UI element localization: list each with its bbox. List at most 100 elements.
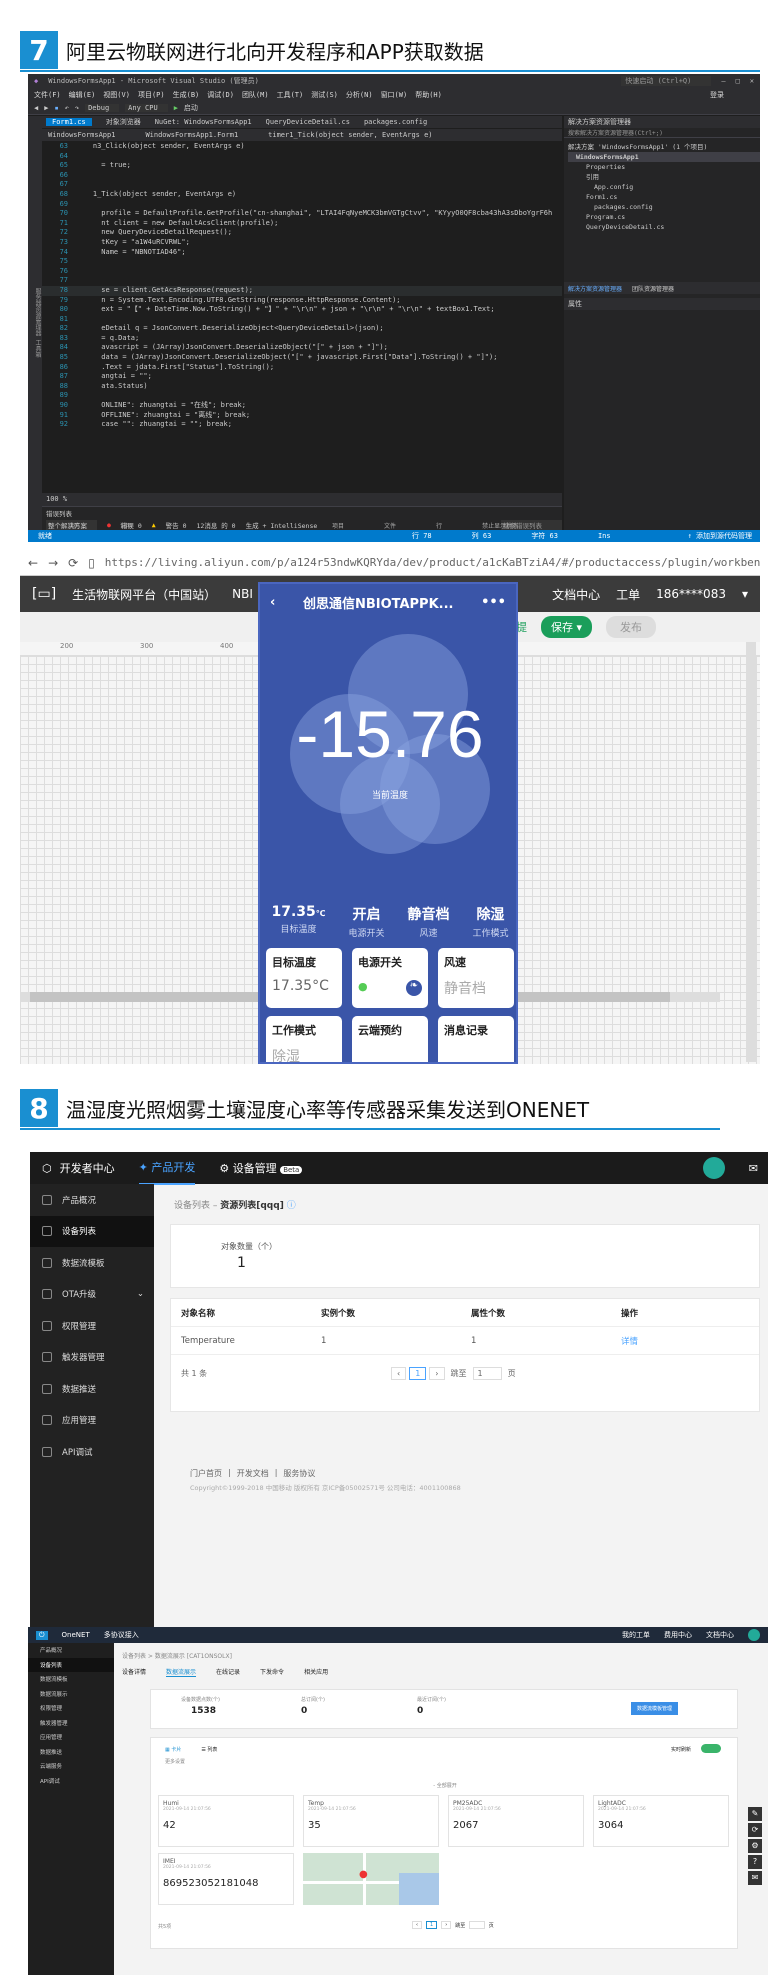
doc-center-link[interactable]: 文档中心 [552,586,600,603]
billing-link[interactable]: 费用中心 [664,1630,692,1640]
tab-team-explorer[interactable]: 团队资源管理器 [632,284,674,293]
config-select[interactable]: Debug [85,103,120,112]
col-code[interactable]: 代码 [68,521,80,530]
tab-form1[interactable]: Form1.cs [46,118,92,126]
sensor-card-temp[interactable]: Temp 2021-09-14 21:07:56 35 [303,1795,439,1847]
redo-icon[interactable]: ↷ [75,104,79,112]
start-icon[interactable]: ▶ [174,104,178,112]
prev-page-button[interactable]: ‹ [412,1921,422,1929]
col-suppress[interactable]: 禁止显示状态 [482,521,518,530]
menu-edit[interactable]: 编辑(E) [69,90,96,100]
onenet2-brand[interactable]: OneNET [62,1631,90,1639]
card-work-mode[interactable]: 工作模式 除湿 [266,1016,342,1062]
card-fan-speed[interactable]: 风速 静音档 [438,948,514,1008]
location-map[interactable]: ● [303,1853,439,1905]
sol-form1-node[interactable]: Form1.cs [568,192,760,202]
col-file[interactable]: 文件 [384,521,396,530]
template-manage-button[interactable]: 数据流模板管理 [631,1702,679,1715]
sidebar-item-push[interactable]: 数据推送 [30,1373,154,1405]
tab-object-browser[interactable]: 对象浏览器 [106,117,141,127]
expand-all-link[interactable]: - 全部展开 [151,1782,739,1789]
detail-link[interactable]: 详情 [621,1335,638,1347]
chevron-down-icon[interactable]: ▾ [742,587,748,601]
sidebar-item-api[interactable]: API调试 [28,1774,114,1789]
start-button[interactable]: 启动 [184,103,198,113]
forward-arrow-icon[interactable]: → [48,556,58,570]
col-project[interactable]: 项目 [332,521,344,530]
sidebar-item-cloud[interactable]: 云端服务 [28,1759,114,1774]
sidebar-item-trigger[interactable]: 触发器管理 [30,1342,154,1374]
login-link[interactable]: 登录 [710,90,724,100]
menu-analyze[interactable]: 分析(N) [346,90,373,100]
tab-product-dev[interactable]: ✦ 产品开发 [138,1152,196,1185]
platform-select[interactable]: Any CPU [125,103,168,112]
sidebar-item-datastream[interactable]: 数据流模板 [30,1247,154,1279]
menu-help[interactable]: 帮助(H) [415,90,442,100]
onenet-brand[interactable]: 开发者中心 [60,1160,115,1176]
tab-related-apps[interactable]: 相关应用 [304,1667,328,1677]
tab-solution-explorer[interactable]: 解决方案资源管理器 [568,284,622,293]
minimize-icon[interactable]: — [721,77,725,85]
reload-icon[interactable]: ⟳ [68,556,78,570]
sensor-card-humi[interactable]: Humi 2021-09-14 21:07:56 42 [158,1795,294,1847]
sol-references-node[interactable]: 引用 [568,172,760,182]
tab-commands[interactable]: 下发命令 [260,1667,284,1677]
sidebar-item-permission[interactable]: 权限管理 [28,1701,114,1716]
menu-debug[interactable]: 调试(D) [207,90,234,100]
menu-view[interactable]: 视图(V) [103,90,130,100]
prev-page-button[interactable]: ‹ [391,1366,407,1380]
nav-project-select[interactable]: WindowsFormsApp1 [48,131,115,139]
account-menu[interactable]: 186****083 [656,587,726,601]
realtime-toggle[interactable] [701,1744,721,1753]
sidebar-item-apps[interactable]: 应用管理 [30,1405,154,1437]
sol-program-node[interactable]: Program.cs [568,212,760,222]
canvas-v-scrollbar[interactable] [746,642,756,1062]
code-editor[interactable]: 63 n3_Click(object sender, EventArgs e) 6… [42,142,562,506]
platform-title[interactable]: 生活物联网平台（中国站） [72,586,216,603]
address-input[interactable]: https://living.aliyun.com/p/a124r53ndwKQ… [105,556,760,569]
sidebar-item-apps[interactable]: 应用管理 [28,1730,114,1745]
page-1-button[interactable]: 1 [409,1366,427,1380]
sidebar-item-overview[interactable]: 产品概况 [28,1643,114,1658]
tab-device-mgmt[interactable]: ⚙ 设备管理 Beta [219,1160,303,1176]
card-power[interactable]: 电源开关 ● ❧ [352,948,428,1008]
sidebar-item-permission[interactable]: 权限管理 [30,1310,154,1342]
next-page-button[interactable]: › [441,1921,452,1929]
card-message-log[interactable]: 消息记录 [438,1016,514,1062]
ticket-link[interactable]: 工单 [616,586,640,603]
solution-search-input[interactable]: 搜索解决方案资源管理器(Ctrl+;) [564,128,760,138]
help-icon[interactable]: ? [748,1855,762,1869]
mail-icon[interactable]: ✉ [749,1162,758,1175]
maximize-icon[interactable]: □ [736,77,740,85]
sidebar-item-overview[interactable]: 产品概况 [30,1184,154,1216]
menu-team[interactable]: 团队(M) [242,90,269,100]
tab-list-view[interactable]: ☰ 列表 [201,1746,217,1753]
tab-packages-config[interactable]: packages.config [364,118,427,126]
jump-input[interactable]: 1 [472,1366,502,1380]
sol-solution-node[interactable]: 解决方案 'WindowsFormsApp1' (1 个项目) [568,142,760,152]
back-arrow-icon[interactable]: ← [28,556,38,570]
close-icon[interactable]: ✕ [750,77,754,85]
tab-querydevicedetail[interactable]: QueryDeviceDetail.cs [266,118,350,126]
back-icon[interactable]: ◀ [34,104,38,112]
more-icon[interactable]: ••• [481,595,506,610]
menu-file[interactable]: 文件(F) [34,90,61,100]
sidebar-item-template[interactable]: 数据流模板 [28,1672,114,1687]
tab-datastream[interactable]: 数据流展示 [166,1667,197,1677]
save-button[interactable]: 保存 ▾ [541,616,593,638]
sidebar-item-devices[interactable]: 设备列表 [30,1215,154,1247]
breadcrumb-devices[interactable]: 设备列表 [174,1201,210,1211]
refresh-icon[interactable]: ⟳ [748,1823,762,1837]
sidebar-item-push[interactable]: 数据推送 [28,1745,114,1760]
nav-member-select[interactable]: timer1_Tick(object sender, EventArgs e) [268,131,432,139]
menu-window[interactable]: 窗口(W) [381,90,408,100]
col-desc[interactable]: 说明 [120,521,132,530]
tab-device-detail[interactable]: 设备详情 [122,1667,146,1677]
footer-terms-link[interactable]: 服务协议 [283,1468,315,1479]
quick-launch-input[interactable]: 快速启动 (Ctrl+Q) [621,76,712,86]
sol-properties-node[interactable]: Properties [568,162,760,172]
forward-icon[interactable]: ▶ [44,104,48,112]
sol-project-node[interactable]: WindowsFormsApp1 [568,152,760,162]
sidebar-item-trigger[interactable]: 触发器管理 [28,1716,114,1731]
nav-nb-tab[interactable]: NBI [232,587,253,601]
